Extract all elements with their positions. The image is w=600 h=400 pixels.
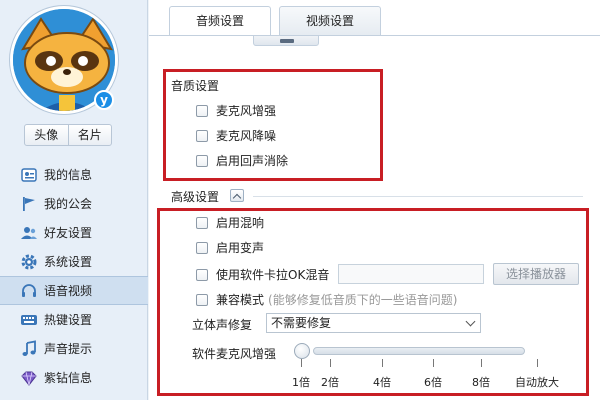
sidebar-item-label: 语音视频	[44, 284, 93, 298]
reverb-label: 启用混响	[216, 216, 265, 230]
sidebar-item-system-settings[interactable]: 系统设置	[0, 247, 148, 276]
scroll-handle[interactable]	[253, 36, 319, 46]
compat-mode-hint: (能够修复低音质下的一些语音问题)	[268, 293, 458, 307]
sidebar-item-label: 紫钻信息	[44, 371, 93, 385]
slider-tick	[481, 359, 482, 367]
mic-boost-slider-thumb[interactable]	[294, 343, 310, 359]
advanced-divider	[253, 196, 583, 197]
chevron-down-icon	[465, 316, 476, 327]
voice-change-checkbox[interactable]	[196, 241, 208, 254]
friends-icon	[20, 224, 38, 242]
sidebar-item-label: 我的信息	[44, 168, 93, 182]
sidebar-item-label: 我的公会	[44, 197, 93, 211]
business-card-button[interactable]: 名片	[67, 125, 112, 145]
settings-panel: 音频设置 视频设置 音质设置 麦克风增强 麦克风降噪 启用回声消除 高级设置 启…	[149, 0, 600, 400]
compat-mode-option[interactable]: 兼容模式 (能够修复低音质下的一些语音问题)	[196, 291, 457, 308]
sidebar-item-my-info[interactable]: 我的信息	[0, 160, 148, 189]
select-player-button[interactable]: 选择播放器	[493, 263, 579, 285]
mic-boost-slider-track[interactable]	[313, 347, 525, 355]
diamond-icon	[20, 369, 38, 387]
slider-tick	[330, 359, 331, 367]
mic-noise-reduction-checkbox[interactable]	[196, 129, 208, 142]
voice-change-option[interactable]: 启用变声	[196, 239, 264, 256]
mic-noise-reduction-label: 麦克风降噪	[216, 129, 277, 143]
slider-tick-label: 1倍	[292, 376, 310, 389]
echo-cancel-option[interactable]: 启用回声消除	[196, 152, 288, 169]
stereo-repair-select[interactable]: 不需要修复	[266, 313, 481, 333]
avatar-button-group: 头像 名片	[24, 124, 112, 146]
reverb-checkbox[interactable]	[196, 216, 208, 229]
mic-enhance-option[interactable]: 麦克风增强	[196, 102, 276, 119]
sidebar-item-label: 系统设置	[44, 255, 93, 269]
sidebar-item-hotkey-settings[interactable]: 热键设置	[0, 305, 148, 334]
settings-nav: 我的信息 我的公会 好友设置 系统设置 语音视频 热键设置 声音提示 紫钻信息	[0, 160, 148, 392]
slider-tick-label: 8倍	[472, 376, 490, 389]
keyboard-icon	[20, 311, 38, 329]
verified-badge-icon: y	[94, 90, 114, 110]
mic-boost-label: 软件麦克风增强	[192, 347, 277, 361]
headset-icon	[20, 282, 38, 300]
sidebar-item-label: 声音提示	[44, 342, 93, 356]
tab-bar: 音频设置 视频设置	[169, 6, 389, 36]
slider-tick	[433, 359, 434, 367]
mic-noise-reduction-option[interactable]: 麦克风降噪	[196, 127, 276, 144]
sidebar-item-voice-video[interactable]: 语音视频	[0, 276, 148, 305]
collapse-chevron-up-icon[interactable]	[230, 189, 244, 202]
karaoke-mix-option[interactable]: 使用软件卡拉OK混音	[196, 266, 329, 283]
tab-video-settings[interactable]: 视频设置	[279, 6, 381, 36]
slider-tick	[301, 359, 302, 367]
gear-icon	[20, 253, 38, 271]
tab-audio-settings[interactable]: 音频设置	[169, 6, 271, 36]
compat-mode-checkbox[interactable]	[196, 293, 208, 306]
compat-mode-label: 兼容模式	[216, 293, 265, 307]
slider-tick-label: 6倍	[424, 376, 442, 389]
karaoke-mix-label: 使用软件卡拉OK混音	[216, 268, 330, 282]
change-avatar-button[interactable]: 头像	[25, 125, 68, 145]
karaoke-mix-checkbox[interactable]	[196, 268, 208, 281]
sidebar-item-purple-diamond[interactable]: 紫钻信息	[0, 363, 148, 392]
user-card-icon	[20, 166, 38, 184]
reverb-option[interactable]: 启用混响	[196, 214, 264, 231]
flag-icon	[20, 195, 38, 213]
slider-tick-label: 自动放大	[515, 376, 559, 389]
mic-enhance-label: 麦克风增强	[216, 104, 277, 118]
echo-cancel-label: 启用回声消除	[216, 154, 289, 168]
voice-change-label: 启用变声	[216, 241, 265, 255]
stereo-repair-value: 不需要修复	[271, 316, 332, 330]
sidebar-item-label: 好友设置	[44, 226, 93, 240]
sidebar-item-friend-settings[interactable]: 好友设置	[0, 218, 148, 247]
echo-cancel-checkbox[interactable]	[196, 154, 208, 167]
stereo-repair-label: 立体声修复	[192, 318, 253, 332]
slider-tick	[382, 359, 383, 367]
sidebar-item-label: 热键设置	[44, 313, 93, 327]
sidebar-item-sound-alerts[interactable]: 声音提示	[0, 334, 148, 363]
slider-tick-label: 4倍	[373, 376, 391, 389]
slider-tick	[537, 359, 538, 367]
mic-enhance-checkbox[interactable]	[196, 104, 208, 117]
sidebar-item-my-guild[interactable]: 我的公会	[0, 189, 148, 218]
sidebar: y 头像 名片 我的信息 我的公会 好友设置 系统设置 语音视频 热键设置 声音…	[0, 0, 148, 400]
tab-divider	[149, 35, 600, 36]
music-note-icon	[20, 339, 38, 358]
advanced-settings-title: 高级设置	[171, 190, 220, 204]
slider-tick-label: 2倍	[321, 376, 339, 389]
player-path-input[interactable]	[338, 264, 484, 284]
audio-quality-title: 音质设置	[171, 79, 220, 93]
